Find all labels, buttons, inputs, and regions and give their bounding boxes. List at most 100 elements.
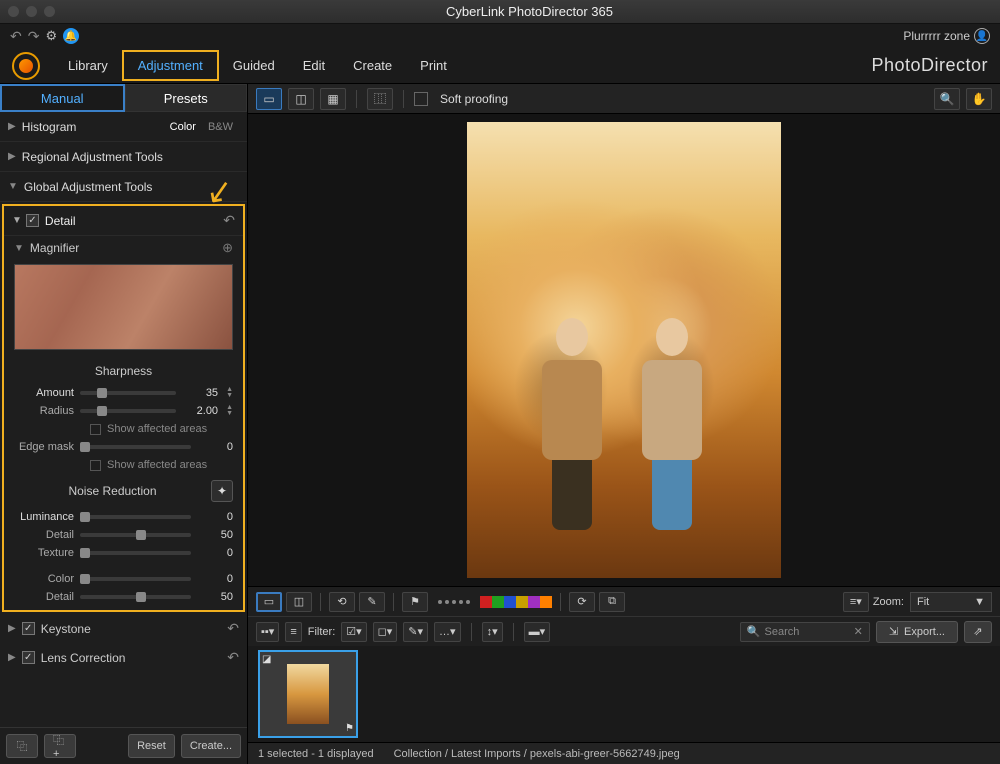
filmstrip[interactable]: ◪ ⚑ <box>248 646 1000 742</box>
layout-single-icon[interactable]: ▭ <box>256 592 282 612</box>
color-swatch[interactable] <box>492 596 504 608</box>
undo-icon[interactable]: ↶ <box>10 28 22 45</box>
subtab-presets[interactable]: Presets <box>125 84 248 112</box>
view-single-button[interactable]: ▭ <box>256 88 282 110</box>
filter-more-dropdown[interactable]: …▾ <box>434 622 461 642</box>
zoom-search-button[interactable]: 🔍 <box>934 88 960 110</box>
sort-menu-icon[interactable]: ≡▾ <box>843 592 869 612</box>
section-keystone[interactable]: ▶ ✓ Keystone ↶ <box>0 614 247 643</box>
redo-icon[interactable]: ↷ <box>28 28 40 45</box>
filter-label-dropdown[interactable]: ◻▾ <box>373 622 398 642</box>
user-account[interactable]: Plurrrrr zone 👤 <box>903 28 990 44</box>
thumb-size-toggle[interactable]: ▪▪▾ <box>256 622 279 642</box>
slider-texture[interactable]: Texture 0 <box>4 544 243 562</box>
tab-print[interactable]: Print <box>406 52 461 79</box>
thumb-adjusted-icon: ◪ <box>262 654 271 665</box>
list-view-icon[interactable]: ≡ <box>285 622 301 642</box>
image-canvas[interactable] <box>248 114 1000 586</box>
rating-dots[interactable] <box>438 600 470 604</box>
chevron-down-icon: ▼ <box>974 596 985 608</box>
view-grid-button[interactable]: ▦ <box>320 88 346 110</box>
caret-right-icon: ▶ <box>8 121 16 132</box>
create-preset-button[interactable]: Create... <box>181 734 241 758</box>
color-labels[interactable] <box>480 596 552 608</box>
stack-dropdown[interactable]: ▬▾ <box>524 622 551 642</box>
reset-section-icon[interactable]: ↶ <box>227 649 239 666</box>
slider-sharpness-radius[interactable]: Radius 2.00 ▲▼ <box>4 402 243 420</box>
filter-tag-dropdown[interactable]: ✎▾ <box>403 622 428 642</box>
color-swatch[interactable] <box>516 596 528 608</box>
caret-down-icon: ▼ <box>12 215 22 226</box>
auto-denoise-button[interactable]: ✦ <box>211 480 233 502</box>
detail-enable-checkbox[interactable]: ✓ <box>26 214 39 227</box>
color-swatch[interactable] <box>504 596 516 608</box>
clear-search-icon[interactable]: ✕ <box>854 625 863 638</box>
search-input[interactable]: 🔍 Search ✕ <box>740 622 870 642</box>
checkbox-show-affected-1[interactable]: Show affected areas <box>4 420 243 438</box>
soft-proofing-checkbox[interactable] <box>414 92 428 106</box>
layout-dual-icon[interactable]: ◫ <box>286 592 312 612</box>
histogram-bw-button[interactable]: B&W <box>202 119 239 135</box>
eyedropper-icon[interactable]: ✎ <box>359 592 385 612</box>
status-selection: 1 selected - 1 displayed <box>258 748 374 760</box>
notifications-icon[interactable]: 🔔 <box>63 28 79 44</box>
preview-photo <box>467 122 781 578</box>
tab-adjustment[interactable]: Adjustment <box>122 50 219 81</box>
filter-check-dropdown[interactable]: ☑▾ <box>341 622 366 642</box>
app-title: CyberLink PhotoDirector 365 <box>67 4 992 19</box>
window-traffic-lights[interactable] <box>8 6 55 17</box>
thumbnail-selected[interactable]: ◪ ⚑ <box>258 650 358 738</box>
sort-direction-dropdown[interactable]: ↕▾ <box>482 622 503 642</box>
section-detail[interactable]: ▼ ✓ Detail ↶ <box>4 206 243 236</box>
rotate-ccw-icon[interactable]: ⟲ <box>329 592 355 612</box>
checkbox-show-affected-2[interactable]: Show affected areas <box>4 456 243 474</box>
share-button[interactable]: ⇗ <box>964 621 992 643</box>
slider-luminance[interactable]: Luminance 0 <box>4 508 243 526</box>
tab-guided[interactable]: Guided <box>219 52 289 79</box>
slider-luminance-detail[interactable]: Detail 50 <box>4 526 243 544</box>
section-magnifier[interactable]: ▼ Magnifier ⊕ <box>4 236 243 260</box>
section-histogram[interactable]: ▶ Histogram Color B&W <box>0 112 247 142</box>
export-button[interactable]: ⇲ Export... <box>876 621 958 643</box>
color-swatch[interactable] <box>540 596 552 608</box>
paste-adjustments-button[interactable]: ⿻+ <box>44 734 76 758</box>
soft-proofing-label: Soft proofing <box>440 92 508 106</box>
zoom-dropdown[interactable]: Fit▼ <box>910 592 992 612</box>
slider-color-noise[interactable]: Color 0 <box>4 570 243 588</box>
magnifier-target-icon[interactable]: ⊕ <box>222 240 233 256</box>
copy-adjustments-button[interactable]: ⿻ <box>6 734 38 758</box>
zoom-label: Zoom: <box>873 596 904 608</box>
section-lens-correction[interactable]: ▶ ✓ Lens Correction ↶ <box>0 643 247 672</box>
magnifier-preview[interactable] <box>14 264 233 350</box>
color-swatch[interactable] <box>480 596 492 608</box>
slider-edge-mask[interactable]: Edge mask 0 <box>4 438 243 456</box>
app-logo <box>12 52 40 80</box>
view-compare-button[interactable]: ◫ <box>288 88 314 110</box>
slider-sharpness-amount[interactable]: Amount 35 ▲▼ <box>4 384 243 402</box>
user-avatar-icon: 👤 <box>974 28 990 44</box>
search-icon: 🔍 <box>747 625 761 638</box>
slider-color-detail[interactable]: Detail 50 <box>4 588 243 606</box>
histogram-color-button[interactable]: Color <box>164 119 202 135</box>
pan-hand-button[interactable]: ✋ <box>966 88 992 110</box>
view-split-button[interactable]: ⿲ <box>367 88 393 110</box>
filter-label: Filter: <box>308 626 336 638</box>
subtab-manual[interactable]: Manual <box>0 84 125 112</box>
reset-section-icon[interactable]: ↶ <box>227 620 239 637</box>
export-icon: ⇲ <box>889 625 898 638</box>
caret-right-icon: ▶ <box>8 151 16 162</box>
tab-create[interactable]: Create <box>339 52 406 79</box>
settings-icon[interactable]: ⚙ <box>45 28 57 44</box>
tab-edit[interactable]: Edit <box>289 52 339 79</box>
section-regional-tools[interactable]: ▶ Regional Adjustment Tools <box>0 142 247 172</box>
reset-button[interactable]: Reset <box>128 734 175 758</box>
tab-library[interactable]: Library <box>54 52 122 79</box>
secondary-display-icon[interactable]: ⧉ <box>599 592 625 612</box>
caret-down-icon: ▼ <box>8 181 18 192</box>
thumb-flag-icon: ⚑ <box>345 723 354 734</box>
flag-icon[interactable]: ⚑ <box>402 592 428 612</box>
reset-section-icon[interactable]: ↶ <box>223 212 235 229</box>
color-swatch[interactable] <box>528 596 540 608</box>
caret-right-icon: ▶ <box>8 652 16 663</box>
refresh-icon[interactable]: ⟳ <box>569 592 595 612</box>
